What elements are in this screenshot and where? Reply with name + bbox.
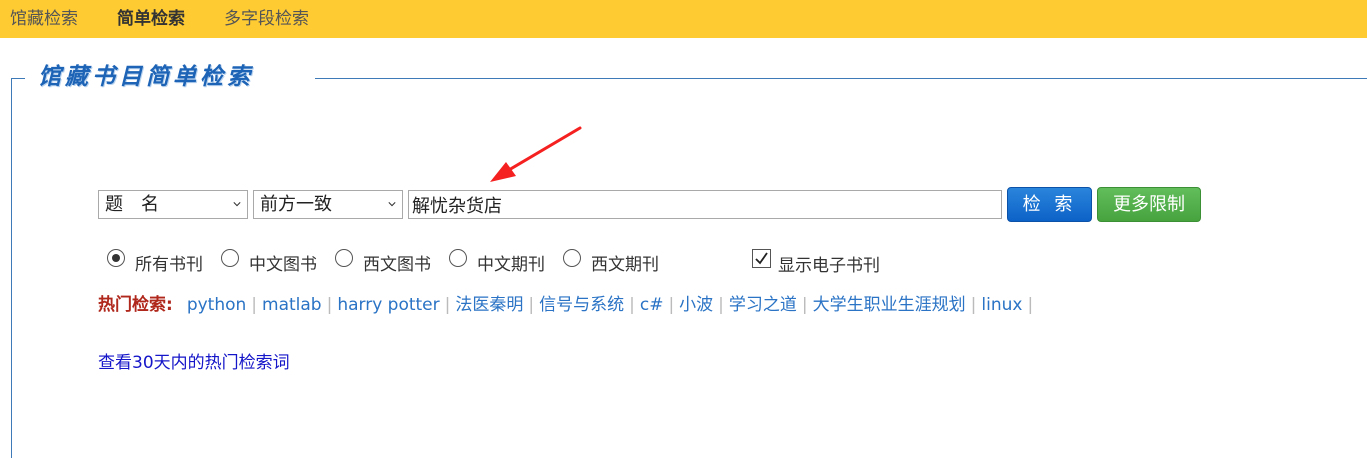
separator: | [251, 295, 258, 315]
hot-term-link[interactable]: c# [640, 295, 664, 315]
radio-label: 西文期刊 [591, 255, 659, 275]
radio-empty-icon [221, 249, 239, 267]
radio-empty-icon [563, 249, 581, 267]
radio-label: 西文图书 [363, 255, 431, 275]
hot-term-link[interactable]: 大学生职业生涯规划 [813, 295, 966, 315]
separator: | [1027, 295, 1034, 315]
search-button[interactable]: 检 索 [1007, 187, 1092, 222]
hot-term-link[interactable]: matlab [262, 295, 322, 315]
match-select[interactable]: 前方一致 [253, 190, 403, 219]
separator: | [629, 295, 635, 315]
hot-searches-label: 热门检索: [98, 295, 173, 315]
hot-term-link[interactable]: 法医秦明 [455, 295, 523, 315]
radio-label: 中文图书 [249, 255, 317, 275]
top-nav: 馆藏检索 简单检索 多字段检索 [0, 0, 1367, 38]
search-input[interactable] [408, 190, 1002, 219]
hot-term-link[interactable]: harry potter [337, 295, 439, 315]
recent-hot-terms-link[interactable]: 查看30天内的热门检索词 [98, 348, 290, 373]
hot-term-link[interactable]: 学习之道 [729, 295, 797, 315]
hot-term-link[interactable]: 信号与系统 [539, 295, 624, 315]
separator: | [444, 295, 451, 315]
tab-simple-search[interactable]: 简单检索 [117, 0, 185, 38]
panel-border [11, 78, 12, 458]
tab-collection-search[interactable]: 馆藏检索 [10, 0, 78, 38]
hot-term-link[interactable]: linux [981, 295, 1022, 315]
panel-border [11, 78, 25, 79]
annotation-arrow-icon [490, 126, 582, 182]
separator: | [326, 295, 333, 315]
separator: | [801, 295, 808, 315]
separator: | [970, 295, 977, 315]
hot-term-link[interactable]: 小波 [679, 295, 713, 315]
radio-empty-icon [335, 249, 353, 267]
separator: | [718, 295, 724, 315]
chevron-down-icon [233, 202, 241, 207]
more-limits-button[interactable]: 更多限制 [1097, 187, 1201, 222]
hot-term-link[interactable]: python [187, 295, 246, 315]
separator: | [528, 295, 535, 315]
radio-selected-icon [107, 249, 125, 267]
field-select[interactable]: 题 名 [98, 190, 248, 219]
radio-label: 中文期刊 [477, 255, 545, 275]
panel-title: 馆藏书目简单检索 [38, 63, 254, 90]
radio-label: 所有书刊 [135, 255, 203, 275]
match-select-value: 前方一致 [260, 194, 332, 215]
separator: | [668, 295, 675, 315]
checkbox-label: 显示电子书刊 [778, 256, 880, 276]
checkbox-checked-icon [752, 249, 771, 268]
hot-searches: 热门检索: python | matlab | harry potter | 法医秦明 | 信号与… [98, 290, 1038, 315]
field-select-value: 题 名 [105, 194, 159, 215]
tab-multi-field-search[interactable]: 多字段检索 [224, 0, 309, 38]
panel-border [315, 78, 1367, 79]
chevron-down-icon [388, 202, 396, 207]
radio-empty-icon [449, 249, 467, 267]
